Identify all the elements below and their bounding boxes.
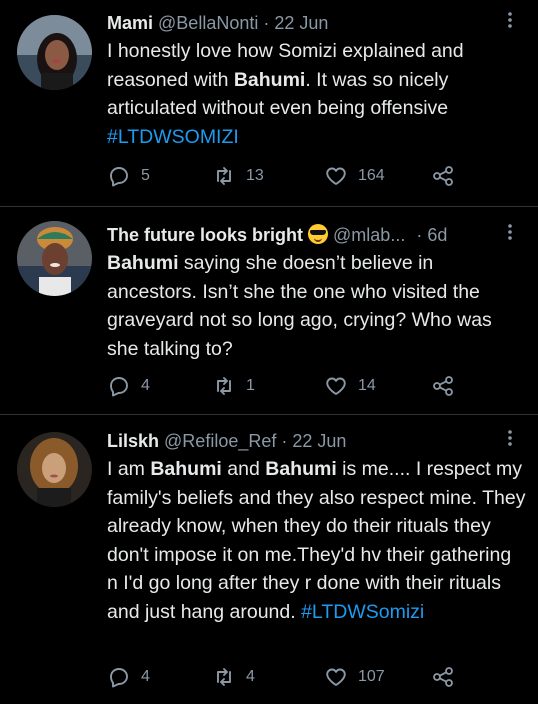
- timestamp[interactable]: 22 Jun: [292, 431, 346, 451]
- reply-button[interactable]: 4: [107, 665, 150, 689]
- like-icon: [326, 668, 346, 686]
- like-icon: [326, 377, 346, 395]
- action-bar: 5 13 164: [107, 164, 467, 188]
- display-name[interactable]: Mami: [107, 13, 153, 33]
- avatar[interactable]: [17, 15, 92, 90]
- reply-count: 5: [141, 167, 150, 184]
- retweet-icon: [217, 167, 231, 185]
- reply-icon: [110, 167, 128, 187]
- retweet-count: 1: [246, 377, 255, 394]
- timestamp[interactable]: 22 Jun: [274, 13, 328, 33]
- like-button[interactable]: 107: [324, 665, 385, 689]
- like-count: 14: [358, 377, 376, 394]
- retweet-button[interactable]: 13: [212, 164, 264, 188]
- retweet-button[interactable]: 4: [212, 665, 255, 689]
- bold-mention: Bahumi: [233, 68, 306, 91]
- tweet-text: Bahumi saying she doesn’t believe in anc…: [107, 249, 527, 363]
- more-vertical-icon[interactable]: [503, 11, 517, 35]
- text-segment: and: [221, 458, 266, 480]
- tweet-header: Lilskh @Refiloe_Ref · 22 Jun: [107, 429, 346, 453]
- bold-mention: Bahumi: [150, 458, 222, 480]
- share-button[interactable]: [431, 164, 455, 188]
- tweet-header: Mami @BellaNonti · 22 Jun: [107, 11, 328, 35]
- display-name[interactable]: The future looks bright: [107, 225, 303, 245]
- share-button[interactable]: [431, 374, 455, 398]
- reply-button[interactable]: 5: [107, 164, 150, 188]
- tweet-header: The future looks bright @mlab... · 6d: [107, 223, 447, 247]
- user-handle[interactable]: @BellaNonti: [158, 13, 258, 33]
- share-icon: [433, 376, 453, 396]
- sunglasses-emoji-icon: [308, 224, 329, 244]
- tweet-text: I am Bahumi and Bahumi is me.... I respe…: [107, 455, 527, 626]
- reply-count: 4: [141, 377, 150, 394]
- reply-icon: [110, 377, 128, 397]
- tweet-text: I honestly love how Somizi explained and…: [107, 37, 527, 151]
- separator: ·: [416, 225, 423, 245]
- like-count: 164: [358, 167, 385, 184]
- user-handle[interactable]: @Refiloe_Ref: [164, 431, 276, 451]
- tweet[interactable]: Lilskh @Refiloe_Ref · 22 Jun I am Bahumi…: [0, 415, 538, 704]
- user-handle[interactable]: @mlab...: [333, 225, 405, 245]
- reply-icon: [110, 668, 128, 688]
- share-icon: [433, 667, 453, 687]
- bold-mention: Bahumi: [107, 252, 179, 274]
- share-icon: [433, 166, 453, 186]
- action-bar: 4 4 107: [107, 665, 467, 689]
- avatar[interactable]: [17, 221, 92, 296]
- reply-count: 4: [141, 668, 150, 685]
- retweet-count: 4: [246, 668, 255, 685]
- share-button[interactable]: [431, 665, 455, 689]
- more-vertical-icon[interactable]: [503, 223, 517, 247]
- retweet-button[interactable]: 1: [212, 374, 255, 398]
- reply-button[interactable]: 4: [107, 374, 150, 398]
- retweet-icon: [217, 668, 231, 686]
- separator: ·: [281, 431, 288, 451]
- like-count: 107: [358, 668, 385, 685]
- like-button[interactable]: 164: [324, 164, 385, 188]
- avatar[interactable]: [17, 432, 92, 507]
- timestamp[interactable]: 6d: [427, 225, 447, 245]
- text-segment: I am: [107, 458, 151, 480]
- retweet-icon: [217, 377, 231, 395]
- like-button[interactable]: 14: [324, 374, 376, 398]
- tweet[interactable]: Mami @BellaNonti · 22 Jun I honestly lov…: [0, 0, 538, 206]
- separator: ·: [263, 13, 270, 33]
- bold-mention: Bahumi: [265, 458, 337, 480]
- tweet[interactable]: The future looks bright @mlab... · 6d Ba…: [0, 207, 538, 414]
- like-icon: [326, 167, 346, 185]
- retweet-count: 13: [246, 167, 264, 184]
- hashtag-link[interactable]: #LTDWSomizi: [301, 601, 424, 623]
- text-segment: is me.... I respect my family's beliefs …: [107, 458, 526, 623]
- hashtag-link[interactable]: #LTDWSOMIZI: [107, 126, 239, 148]
- more-vertical-icon[interactable]: [503, 429, 517, 453]
- display-name[interactable]: Lilskh: [107, 431, 159, 451]
- action-bar: 4 1 14: [107, 374, 467, 398]
